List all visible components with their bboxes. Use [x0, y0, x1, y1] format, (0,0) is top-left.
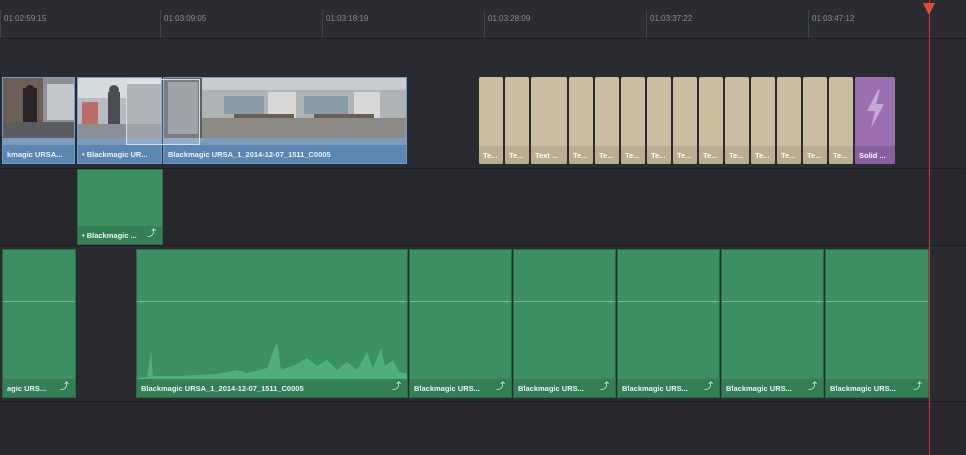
clip-label: Blackmagic URS... [622, 384, 688, 393]
lightning-icon [867, 90, 884, 128]
audio-clip[interactable]: Blackmagic URS... ⤴ [825, 249, 929, 398]
timeline[interactable]: 01:02:59:15 01:03:09:05 01:03:18:19 01:0… [0, 0, 966, 455]
clip-label: • Blackmagic ... [82, 231, 137, 240]
clip-label: Blackmagic URS... [414, 384, 480, 393]
audio-clip[interactable]: Blackmagic URS... ⤴ [513, 249, 616, 398]
audio-clip[interactable]: Blackmagic URSA_1_2014-12-07_1511_C0005 … [136, 249, 408, 398]
playhead-line[interactable] [929, 0, 930, 455]
clip-label: kmagic URSA... [7, 150, 63, 159]
clip-label: Te... [729, 151, 744, 160]
clip-label: Te... [573, 151, 588, 160]
ruler-tick [322, 10, 323, 38]
ruler-tick [484, 10, 485, 38]
link-icon: ⤴ [146, 228, 156, 238]
transition-marker[interactable] [126, 79, 200, 145]
audio-clip[interactable]: Blackmagic URS... ⤴ [721, 249, 824, 398]
playhead-handle[interactable] [923, 3, 935, 15]
clip-label: Blackmagic URS... [726, 384, 792, 393]
link-icon: ⤴ [599, 381, 609, 391]
clip-label: Blackmagic URS... [830, 384, 896, 393]
audio-clip[interactable]: • Blackmagic ... ⤴ [77, 169, 163, 245]
video-clip[interactable]: kmagic URSA... [2, 77, 75, 164]
title-clip[interactable]: Te... [751, 77, 775, 164]
clip-label: Text ... [535, 151, 559, 160]
audio-level-line [3, 301, 75, 302]
link-icon: ⤴ [391, 381, 401, 391]
clip-label: Blackmagic URS... [518, 384, 584, 393]
clip-label: Blackmagic URSA_1_2014-12-07_1511_C0005 [168, 150, 331, 159]
audio-level-line [722, 301, 823, 302]
clip-label: agic URS... [7, 384, 47, 393]
link-icon: ⤴ [807, 381, 817, 391]
clip-label: Te... [807, 151, 822, 160]
audio-clip[interactable]: Blackmagic URS... ⤴ [617, 249, 720, 398]
title-clip[interactable]: Te... [647, 77, 671, 164]
title-clip[interactable]: Te... [673, 77, 697, 164]
clip-label: Te... [781, 151, 796, 160]
audio-level-line [514, 301, 615, 302]
title-clip[interactable]: Te... [725, 77, 749, 164]
clip-label: Te... [483, 151, 498, 160]
title-clip[interactable]: Te... [621, 77, 645, 164]
timecode-ruler[interactable]: 01:02:59:15 01:03:09:05 01:03:18:19 01:0… [0, 0, 966, 39]
audio-level-line [618, 301, 719, 302]
link-icon: ⤴ [703, 381, 713, 391]
audio-level-line [137, 301, 407, 302]
clip-label: Te... [651, 151, 666, 160]
audio-clip[interactable]: Blackmagic URS... ⤴ [409, 249, 512, 398]
title-clip[interactable]: Te... [803, 77, 827, 164]
clip-label: Te... [755, 151, 770, 160]
title-clip[interactable]: Te... [505, 77, 529, 164]
ruler-tick [160, 10, 161, 38]
clip-label: Blackmagic URSA_1_2014-12-07_1511_C0005 [141, 384, 304, 393]
timecode-label: 01:03:09:05 [164, 14, 207, 23]
title-clip[interactable]: Te... [479, 77, 503, 164]
title-clip[interactable]: Te... [777, 77, 801, 164]
clip-label: Te... [625, 151, 640, 160]
ruler-tick [646, 10, 647, 38]
clip-label: Solid ... [859, 151, 886, 160]
title-clip[interactable]: Te... [595, 77, 619, 164]
clip-thumbnail [164, 78, 406, 138]
clip-label: Te... [833, 151, 848, 160]
clip-label: Te... [599, 151, 614, 160]
timecode-label: 01:03:18:19 [326, 14, 369, 23]
audio-level-line [410, 301, 511, 302]
timecode-label: 01:03:37:22 [650, 14, 693, 23]
link-icon: ⤴ [912, 381, 922, 391]
clip-label: Te... [703, 151, 718, 160]
audio-waveform [137, 342, 407, 380]
ruler-tick [808, 10, 809, 38]
solid-color-clip[interactable]: Solid ... [855, 77, 895, 164]
title-clip[interactable]: Text ... [531, 77, 567, 164]
title-clip[interactable]: Te... [569, 77, 593, 164]
audio-clip[interactable]: agic URS... ⤴ [2, 249, 76, 398]
ruler-tick [0, 10, 1, 38]
timecode-label: 01:02:59:15 [4, 14, 47, 23]
audio-level-line [826, 301, 928, 302]
timecode-label: 01:03:28:09 [488, 14, 531, 23]
clip-label: Te... [509, 151, 524, 160]
title-clip[interactable]: Te... [829, 77, 853, 164]
empty-track-area [0, 402, 966, 455]
title-clip[interactable]: Te... [699, 77, 723, 164]
link-icon: ⤴ [59, 381, 69, 391]
clip-thumbnail [3, 78, 74, 138]
clip-label: • Blackmagic UR... [82, 150, 148, 159]
timecode-label: 01:03:47:12 [812, 14, 855, 23]
clip-label: Te... [677, 151, 692, 160]
link-icon: ⤴ [495, 381, 505, 391]
